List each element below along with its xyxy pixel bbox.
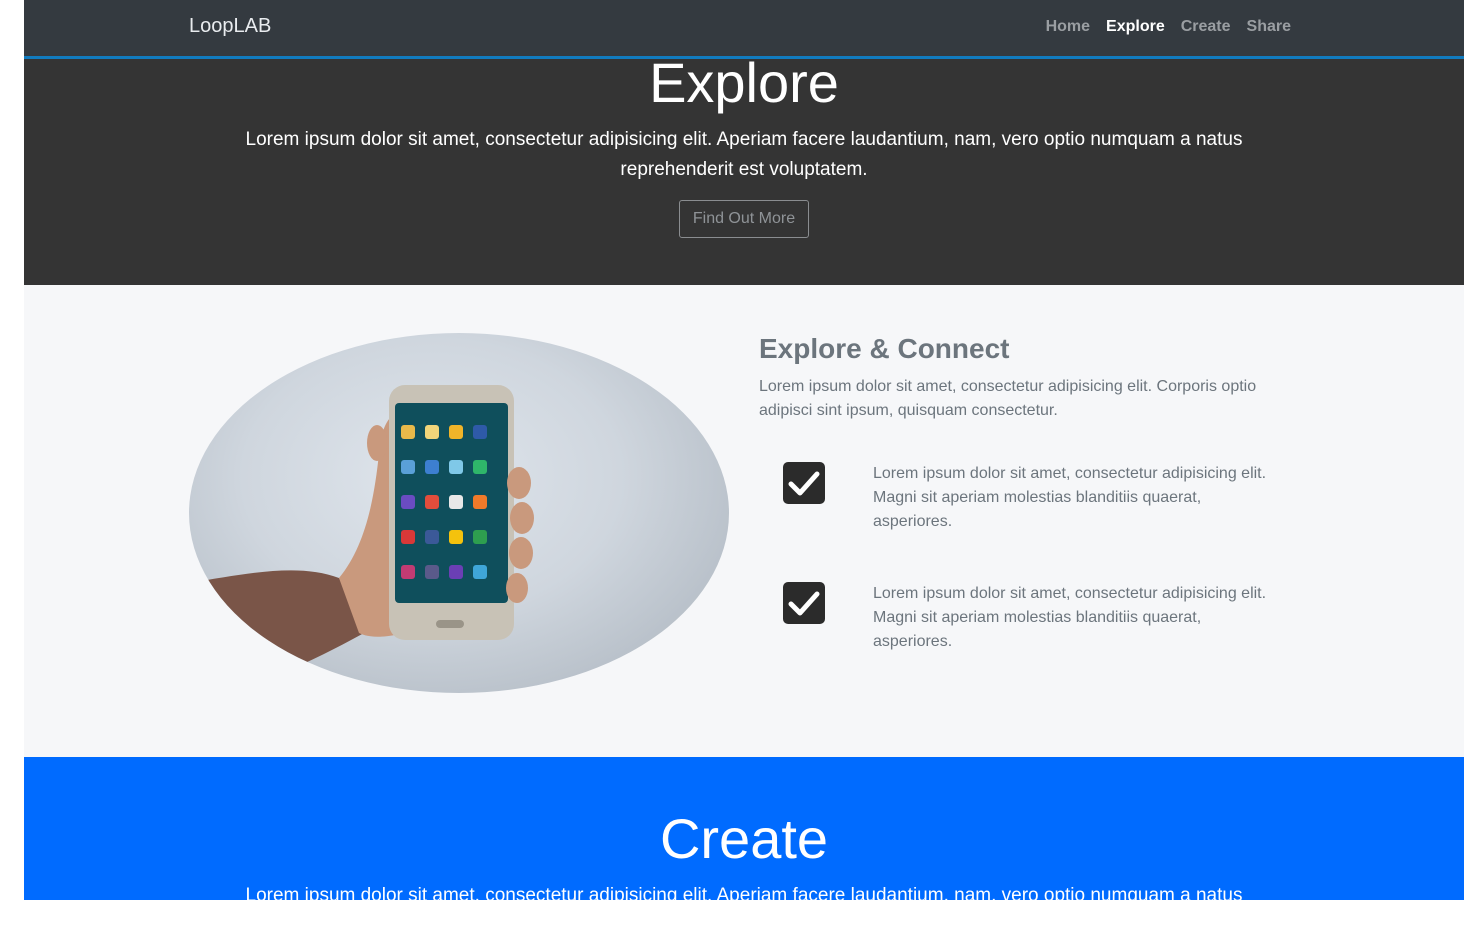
connect-title: Explore & Connect [759, 333, 1010, 364]
nav-share[interactable]: Share [1247, 18, 1291, 36]
find-out-more-button[interactable]: Find Out More [679, 200, 809, 238]
phone-in-hand-image [189, 333, 729, 693]
page: LoopLAB Home Explore Create Share Explor… [24, 0, 1464, 900]
connect-lead: Lorem ipsum dolor sit amet, consectetur … [759, 378, 1257, 419]
nav-home[interactable]: Home [1046, 18, 1090, 36]
feature-text-1: Lorem ipsum dolor sit amet, consectetur … [873, 465, 1267, 530]
hero-title: Explore [649, 51, 839, 114]
check-square-icon [783, 462, 825, 504]
nav-links: Home Explore Create Share [1046, 18, 1291, 36]
check-square-icon [783, 582, 825, 624]
hero-text: Lorem ipsum dolor sit amet, consectetur … [245, 129, 1243, 180]
explore-hero: Explore Lorem ipsum dolor sit amet, cons… [24, 53, 1464, 285]
create-section: Create Lorem ipsum dolor sit amet, conse… [24, 757, 1464, 900]
create-text: Lorem ipsum dolor sit amet, consectetur … [245, 885, 1243, 900]
nav-explore[interactable]: Explore [1106, 18, 1165, 36]
explore-connect-section: Explore & Connect Lorem ipsum dolor sit … [24, 285, 1464, 757]
nav-create[interactable]: Create [1181, 18, 1231, 36]
create-title: Create [659, 807, 829, 870]
phone-illustration [189, 385, 534, 693]
feature-text-2: Lorem ipsum dolor sit amet, consectetur … [873, 585, 1267, 650]
brand-logo[interactable]: LoopLAB [189, 15, 271, 38]
